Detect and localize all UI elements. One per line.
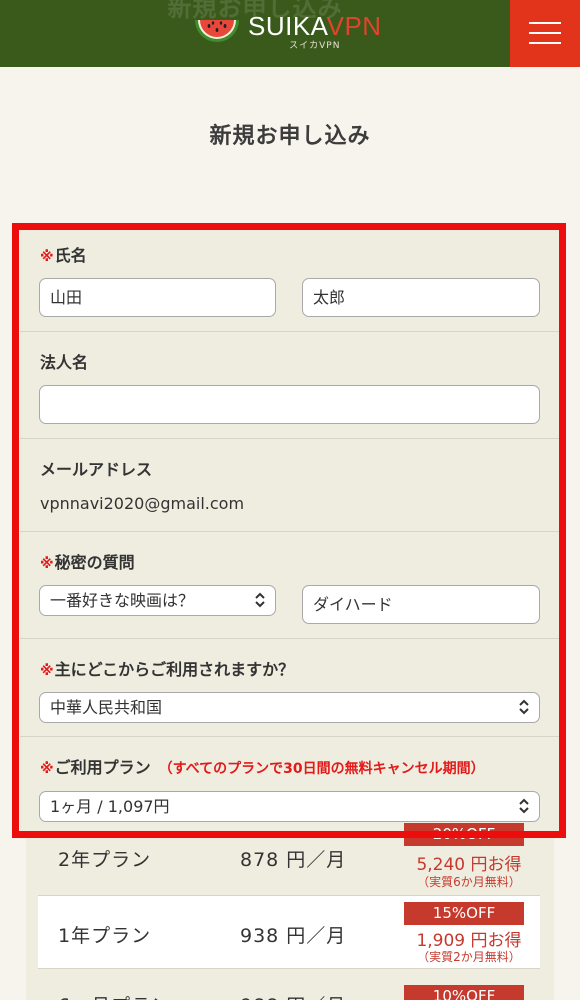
plan-saving: 5,240 円お得 bbox=[416, 855, 522, 875]
plan-divider bbox=[38, 895, 540, 896]
plan-name: 1年プラン bbox=[58, 925, 152, 947]
email-label: メールアドレス bbox=[40, 460, 153, 479]
plan-saving-note: （実質6か月無料） bbox=[417, 875, 521, 889]
page-title: 新規お申し込み bbox=[209, 124, 371, 149]
required-mark: ※ bbox=[40, 249, 54, 265]
chevron-updown-icon bbox=[519, 798, 529, 814]
divider bbox=[20, 638, 560, 639]
plan-note: （すべてのプランで30日間の無料キャンセル期間） bbox=[158, 761, 485, 777]
email-value: vpnnavi2020@gmail.com bbox=[40, 494, 245, 513]
company-input[interactable] bbox=[39, 385, 540, 424]
secret-question-select[interactable]: 一番好きな映画は？ bbox=[39, 585, 276, 616]
chevron-updown-icon bbox=[255, 592, 265, 608]
plan-label: ※ご利用プラン （すべてのプランで30日間の無料キャンセル期間） bbox=[40, 758, 485, 777]
plan-price: 988 円／月 bbox=[240, 991, 346, 1000]
divider bbox=[20, 438, 560, 439]
plan-row: 6ヶ月プラン 988 円／月 10%OFF bbox=[38, 969, 540, 1000]
discount-badge: 20%OFF bbox=[404, 823, 524, 846]
hamburger-menu-icon bbox=[529, 22, 561, 24]
logo-wordmark: SUIKAVPN bbox=[248, 13, 382, 39]
plan-divider bbox=[38, 968, 540, 969]
secret-question-value: 一番好きな映画は？ bbox=[50, 591, 195, 610]
divider bbox=[20, 736, 560, 737]
logo-name: SUIKA bbox=[248, 11, 327, 41]
name-label: ※氏名 bbox=[40, 246, 87, 265]
chevron-updown-icon bbox=[519, 699, 529, 715]
logo-vpn: VPN bbox=[326, 11, 382, 41]
plan-name: 2年プラン bbox=[58, 849, 152, 871]
logo-subtitle: スイカVPN bbox=[289, 41, 341, 51]
site-header: 新規お申し込み SUIKAVPN スイカVPN bbox=[0, 0, 580, 67]
secret-answer-input[interactable]: ダイハード bbox=[302, 585, 540, 624]
secret-question-label: ※秘密の質問 bbox=[40, 553, 135, 572]
plan-table: 2年プラン 878 円／月 20%OFF 5,240 円お得 （実質6か月無料）… bbox=[26, 823, 554, 1000]
discount-badge: 15%OFF bbox=[404, 902, 524, 925]
hamburger-menu-button[interactable] bbox=[510, 0, 580, 67]
divider bbox=[20, 331, 560, 332]
country-value: 中華人民共和国 bbox=[50, 698, 163, 717]
plan-row: 1年プラン 938 円／月 15%OFF 1,909 円お得 （実質2か月無料） bbox=[38, 896, 540, 969]
divider bbox=[20, 531, 560, 532]
plan-saving-note: （実質2か月無料） bbox=[417, 950, 521, 964]
plan-price: 878 円／月 bbox=[240, 849, 347, 871]
plan-value: 1ヶ月 / 1,097円 bbox=[50, 797, 170, 816]
company-label: 法人名 bbox=[40, 353, 89, 372]
first-name-input[interactable]: 太郎 bbox=[302, 278, 540, 317]
country-select[interactable]: 中華人民共和国 bbox=[39, 692, 540, 723]
discount-badge: 10%OFF bbox=[404, 985, 524, 1000]
country-label: ※主にどこからご利用されますか？ bbox=[40, 660, 295, 679]
plan-row: 2年プラン 878 円／月 20%OFF 5,240 円お得 （実質6か月無料） bbox=[38, 823, 540, 896]
plan-select[interactable]: 1ヶ月 / 1,097円 bbox=[39, 791, 540, 822]
plan-price: 938 円／月 bbox=[240, 925, 347, 947]
site-logo[interactable]: SUIKAVPN スイカVPN bbox=[192, 12, 382, 52]
plan-name: 6ヶ月プラン bbox=[58, 991, 171, 1000]
watermelon-logo-icon bbox=[195, 20, 239, 42]
last-name-input[interactable]: 山田 bbox=[39, 278, 276, 317]
